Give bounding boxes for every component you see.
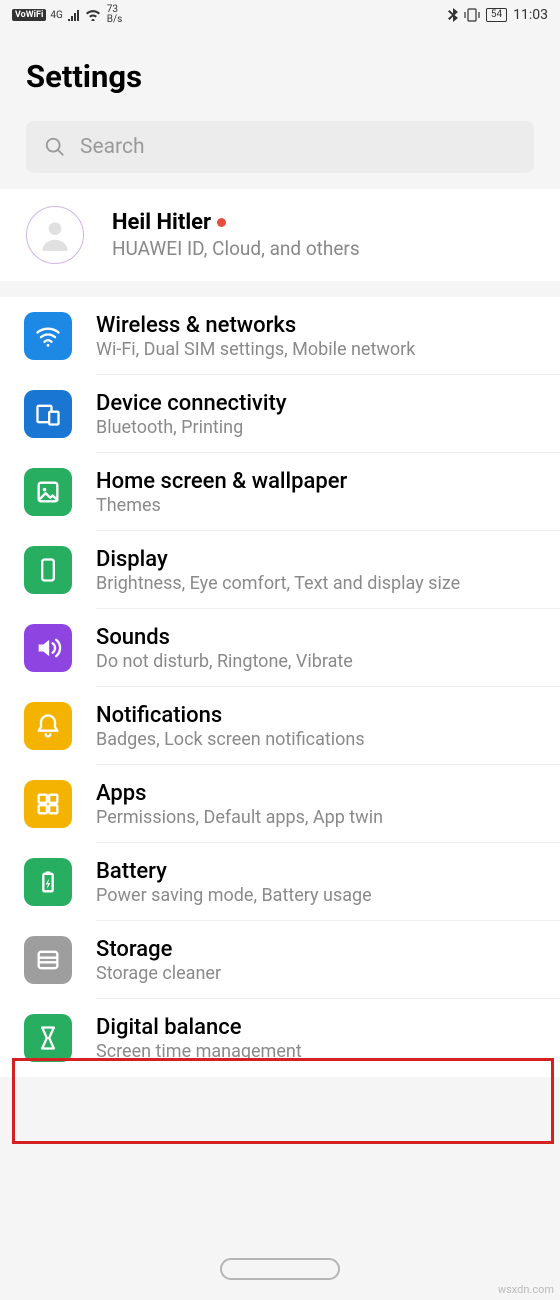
settings-item-digital[interactable]: Digital balance Screen time management [0, 999, 560, 1077]
item-subtitle: Wi-Fi, Dual SIM settings, Mobile network [96, 339, 546, 360]
settings-item-notifications[interactable]: Notifications Badges, Lock screen notifi… [0, 687, 560, 765]
nav-pill[interactable] [220, 1258, 340, 1280]
vibrate-icon [464, 8, 480, 22]
settings-item-apps[interactable]: Apps Permissions, Default apps, App twin [0, 765, 560, 843]
item-subtitle: Themes [96, 495, 546, 516]
settings-item-sounds[interactable]: Sounds Do not disturb, Ringtone, Vibrate [0, 609, 560, 687]
item-subtitle: Bluetooth, Printing [96, 417, 546, 438]
settings-item-display[interactable]: Display Brightness, Eye comfort, Text an… [0, 531, 560, 609]
battery-icon [24, 858, 72, 906]
item-text: Wireless & networks Wi-Fi, Dual SIM sett… [96, 313, 546, 360]
item-text: Display Brightness, Eye comfort, Text an… [96, 547, 546, 594]
settings-item-wireless[interactable]: Wireless & networks Wi-Fi, Dual SIM sett… [0, 297, 560, 375]
item-text: Apps Permissions, Default apps, App twin [96, 781, 546, 828]
item-subtitle: Screen time management [96, 1041, 546, 1062]
wifi-status-icon [85, 9, 101, 21]
account-text: Heil Hitler HUAWEI ID, Cloud, and others [112, 210, 534, 260]
item-text: Notifications Badges, Lock screen notifi… [96, 703, 546, 750]
item-subtitle: Brightness, Eye comfort, Text and displa… [96, 573, 546, 594]
item-subtitle: Permissions, Default apps, App twin [96, 807, 546, 828]
settings-item-storage[interactable]: Storage Storage cleaner [0, 921, 560, 999]
data-speed: 73 B/s [107, 5, 123, 25]
page-title: Settings [26, 58, 534, 95]
search-placeholder: Search [80, 135, 145, 159]
item-title: Wireless & networks [96, 313, 546, 338]
status-right: 54 11:03 [448, 7, 548, 23]
wifi-icon [24, 312, 72, 360]
bluetooth-icon [448, 8, 458, 22]
account-row[interactable]: Heil Hitler HUAWEI ID, Cloud, and others [0, 189, 560, 281]
account-name: Heil Hitler [112, 210, 211, 235]
account-subtitle: HUAWEI ID, Cloud, and others [112, 237, 534, 260]
apps-icon [24, 780, 72, 828]
storage-icon [24, 936, 72, 984]
settings-item-battery[interactable]: Battery Power saving mode, Battery usage [0, 843, 560, 921]
search-bar[interactable]: Search [26, 121, 534, 173]
phone-icon [24, 546, 72, 594]
balance-icon [24, 1014, 72, 1062]
network-type: 4G [50, 10, 62, 21]
item-text: Digital balance Screen time management [96, 1015, 546, 1062]
item-title: Home screen & wallpaper [96, 469, 546, 494]
avatar [26, 206, 84, 264]
item-title: Battery [96, 859, 546, 884]
settings-list: Wireless & networks Wi-Fi, Dual SIM sett… [0, 297, 560, 1077]
header: Settings [0, 30, 560, 113]
item-text: Storage Storage cleaner [96, 937, 546, 984]
settings-item-home[interactable]: Home screen & wallpaper Themes [0, 453, 560, 531]
item-text: Home screen & wallpaper Themes [96, 469, 546, 516]
item-text: Sounds Do not disturb, Ringtone, Vibrate [96, 625, 546, 672]
item-subtitle: Power saving mode, Battery usage [96, 885, 546, 906]
sound-icon [24, 624, 72, 672]
item-title: Sounds [96, 625, 546, 650]
item-subtitle: Storage cleaner [96, 963, 546, 984]
item-subtitle: Do not disturb, Ringtone, Vibrate [96, 651, 546, 672]
vowifi-badge: VoWiFi [12, 9, 46, 21]
notification-dot [217, 218, 226, 227]
bell-icon [24, 702, 72, 750]
search-icon [44, 136, 66, 158]
connect-icon [24, 390, 72, 438]
battery-indicator: 54 [486, 8, 507, 22]
item-title: Notifications [96, 703, 546, 728]
item-title: Device connectivity [96, 391, 546, 416]
clock: 11:03 [513, 7, 548, 23]
item-title: Digital balance [96, 1015, 546, 1040]
item-title: Display [96, 547, 546, 572]
item-text: Device connectivity Bluetooth, Printing [96, 391, 546, 438]
image-icon [24, 468, 72, 516]
item-title: Apps [96, 781, 546, 806]
settings-item-device[interactable]: Device connectivity Bluetooth, Printing [0, 375, 560, 453]
signal-icon [67, 9, 81, 21]
watermark: wsxdn.com [498, 1283, 554, 1296]
status-left: VoWiFi 4G 73 B/s [12, 5, 122, 25]
item-subtitle: Badges, Lock screen notifications [96, 729, 546, 750]
status-bar: VoWiFi 4G 73 B/s 54 11:03 [0, 0, 560, 30]
item-title: Storage [96, 937, 546, 962]
item-text: Battery Power saving mode, Battery usage [96, 859, 546, 906]
